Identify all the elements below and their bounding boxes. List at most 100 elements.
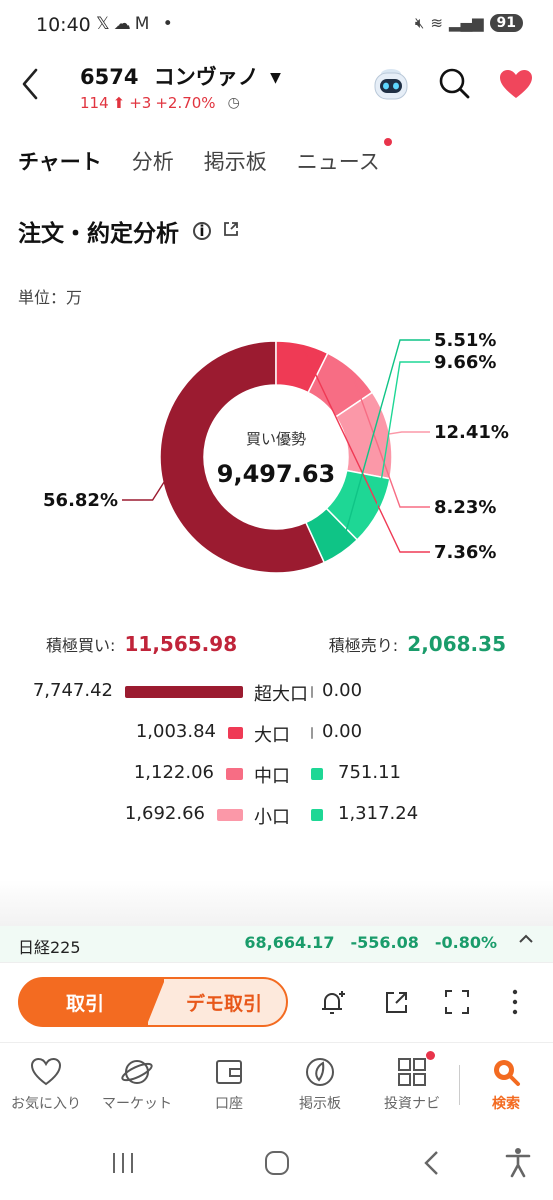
- button-separator: [140, 977, 164, 1027]
- home-icon[interactable]: [263, 1149, 291, 1177]
- info-icon[interactable]: i: [193, 222, 211, 240]
- breakdown-row: 1,122.06 中口 751.11: [0, 760, 553, 790]
- buy-value: 1,003.84: [135, 721, 216, 742]
- nav-search[interactable]: 検索: [456, 1055, 553, 1113]
- center-value: 9,497.63: [217, 460, 335, 488]
- section-title-text: 注文・約定分析: [18, 221, 179, 247]
- grid-icon: [398, 1058, 426, 1086]
- stock-code: 6574: [80, 65, 139, 89]
- aggressive-buy-label: 積極買い:: [46, 636, 116, 655]
- aggressive-sell-value: 2,068.35: [407, 632, 506, 656]
- bottom-navigation: お気に入り マーケット 口座 掲示板 投資ナビ 検索: [0, 1042, 553, 1126]
- wifi-icon: ≋: [430, 14, 443, 32]
- aggressive-buy: 積極買い: 11,565.98: [46, 632, 237, 656]
- stock-selector[interactable]: 6574 コンヴァノ ▼: [80, 61, 281, 91]
- back-button[interactable]: [16, 62, 48, 106]
- sell-bar: [311, 727, 313, 739]
- search-icon[interactable]: [437, 66, 471, 100]
- aggressive-buy-value: 11,565.98: [124, 632, 238, 656]
- board-icon: [306, 1058, 334, 1086]
- favorite-heart-icon[interactable]: [498, 68, 534, 100]
- nav-favorites[interactable]: お気に入り: [0, 1055, 96, 1113]
- search-icon: [494, 1060, 520, 1086]
- breakdown-row: 7,747.42 超大口 0.00: [0, 678, 553, 708]
- status-right: 🔇︎ ≋ ▂▄▆ 91: [415, 14, 523, 32]
- mute-icon: 🔇︎: [414, 14, 425, 32]
- robot-assistant-icon[interactable]: [369, 64, 413, 104]
- accessibility-icon[interactable]: [503, 1146, 533, 1178]
- notification-icons: 𝕏☁M •: [96, 14, 177, 34]
- action-bar: 取引 デモ取引: [0, 962, 553, 1042]
- wallet-icon: [216, 1060, 242, 1084]
- index-change: -556.08: [350, 933, 419, 952]
- aggressive-summary: 積極買い: 11,565.98 積極売り: 2,068.35: [46, 632, 506, 656]
- slice-label: 5.51%: [434, 330, 496, 351]
- index-values: 68,664.17 -556.08 -0.80%: [244, 933, 497, 952]
- buy-value: 7,747.42: [32, 680, 113, 701]
- notification-dot: [383, 138, 392, 146]
- stock-name: コンヴァノ: [153, 65, 259, 89]
- nav-board[interactable]: 掲示板: [270, 1055, 370, 1113]
- sell-bar: [311, 686, 313, 698]
- signal-icon: ▂▄▆: [448, 14, 484, 32]
- stock-price: 114: [80, 94, 109, 112]
- tab-underline: [16, 174, 120, 182]
- section-title: 注文・約定分析 i: [18, 214, 241, 248]
- tab-chart[interactable]: チャート: [16, 146, 120, 182]
- tab-bar: チャート 分析 掲示板 ニュース: [16, 138, 410, 182]
- buy-bar: [226, 768, 243, 780]
- battery-indicator: 91: [489, 14, 523, 32]
- notification-dot: [426, 1051, 435, 1060]
- alert-bell-icon[interactable]: [318, 987, 348, 1017]
- sell-value: 751.11: [338, 762, 401, 783]
- recent-apps-icon[interactable]: [110, 1150, 136, 1176]
- caret-down-icon: ▼: [270, 70, 281, 86]
- nav-account[interactable]: 口座: [179, 1055, 279, 1113]
- chevron-up-icon[interactable]: [517, 930, 535, 953]
- breakdown-row: 1,692.66 小口 1,317.24: [0, 801, 553, 831]
- center-label: 買い優勢: [246, 430, 306, 448]
- index-change-pct: -0.80%: [434, 933, 497, 952]
- order-size-category: 大口: [254, 725, 290, 746]
- sell-value: 0.00: [322, 680, 363, 701]
- fullscreen-icon[interactable]: [442, 987, 472, 1017]
- slice-label: 12.41%: [434, 422, 509, 443]
- section-divider: [0, 880, 553, 926]
- buy-value: 1,692.66: [124, 803, 205, 824]
- buy-bar: [217, 809, 243, 821]
- tab-board[interactable]: 掲示板: [204, 146, 267, 176]
- index-ticker[interactable]: 日経225 68,664.17 -556.08 -0.80%: [0, 926, 553, 962]
- index-value: 68,664.17: [244, 933, 335, 952]
- order-analysis-donut-chart: 56.82% 7.36% 8.23% 12.41% 9.66%5.51% 買い優勢 9,…: [43, 330, 509, 574]
- clock-icon: ◷: [227, 95, 240, 111]
- share-icon[interactable]: [221, 219, 241, 243]
- arrow-up-icon: ⬆: [112, 94, 126, 112]
- nav-invest-navi[interactable]: 投資ナビ: [362, 1055, 462, 1113]
- sell-value: 1,317.24: [338, 803, 419, 824]
- price-change: +3: [129, 94, 152, 112]
- system-navigation-bar: [0, 1126, 553, 1200]
- more-menu-icon[interactable]: [500, 987, 530, 1017]
- breakdown-row: 1,003.84 大口 0.00: [0, 719, 553, 749]
- demo-trade-button[interactable]: デモ取引: [146, 977, 288, 1027]
- sell-bar: [311, 809, 323, 821]
- price-change-pct: +2.70%: [155, 94, 216, 112]
- order-size-category: 超大口: [254, 684, 308, 705]
- leader-line: [387, 431, 430, 435]
- buy-value: 1,122.06: [133, 762, 214, 783]
- share-icon[interactable]: [382, 987, 412, 1017]
- status-time: 10:40: [36, 14, 91, 36]
- nav-market[interactable]: マーケット: [87, 1055, 187, 1113]
- tab-news[interactable]: ニュース: [297, 138, 392, 176]
- planet-icon: [121, 1060, 153, 1084]
- price-line: 114 ⬆ +3 +2.70% ◷: [80, 94, 240, 112]
- slice-label: 8.23%: [434, 497, 496, 518]
- tab-analysis[interactable]: 分析: [132, 146, 174, 176]
- slice-label: 7.36%: [434, 542, 496, 563]
- buy-bar: [228, 727, 243, 739]
- status-bar: 10:40 𝕏☁M • 🔇︎ ≋ ▂▄▆ 91: [0, 0, 553, 52]
- aggressive-sell: 積極売り: 2,068.35: [329, 632, 506, 656]
- sell-bar: [311, 768, 323, 780]
- system-back-icon[interactable]: [420, 1149, 444, 1177]
- aggressive-sell-label: 積極売り:: [328, 636, 399, 655]
